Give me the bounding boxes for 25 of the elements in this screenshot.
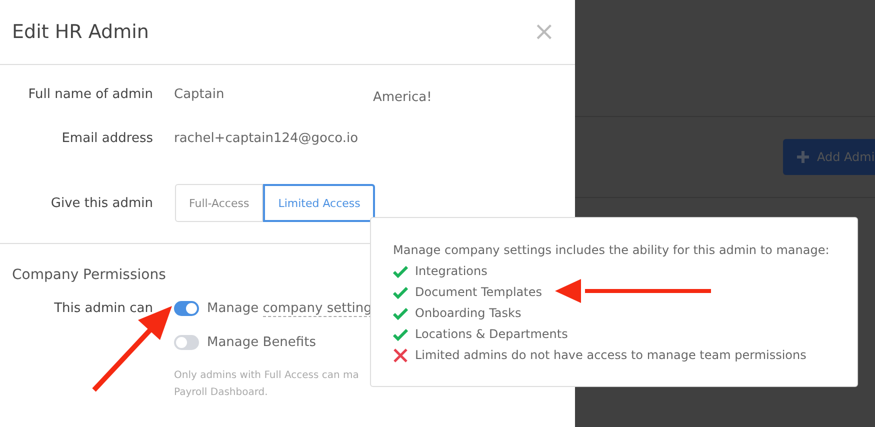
modal-title: Edit HR Admin (12, 21, 149, 43)
field-label: Give this admin (50, 196, 153, 210)
help-text: Payroll Dashboard. (174, 386, 269, 400)
toggle-label: Manage Benefits (207, 334, 316, 350)
section-heading: Company Permissions (12, 267, 166, 283)
plus-icon (797, 151, 809, 163)
tooltip-item: Limited admins do not have access to manage team permissions (415, 347, 806, 364)
help-text: Only admins with Full Access can ma (174, 369, 360, 383)
tooltip-item: Locations & Departments (415, 326, 568, 343)
close-button[interactable]: × (533, 17, 555, 47)
field-label: This admin can (53, 300, 153, 316)
tooltip-item: Onboarding Tasks (415, 305, 522, 322)
field-value: rachel+captain124@goco.io (174, 131, 360, 146)
access-option[interactable]: Limited Access (263, 184, 376, 222)
tooltip-item: Integrations (415, 263, 488, 280)
field-value: Captain (174, 87, 226, 102)
field-value: America! (373, 90, 432, 105)
toggle-switch[interactable] (174, 300, 199, 316)
field-label: Email address (60, 131, 153, 146)
tooltip-item: Document Templates (415, 284, 542, 301)
toggle-switch[interactable] (174, 334, 199, 350)
access-option[interactable]: Full-Access (175, 184, 264, 222)
tooltip-text: Manage company settings includes the ability for this admin to manage: (393, 242, 830, 259)
add-admin-button[interactable]: Add Admi (783, 139, 875, 175)
field-label: Full name of admin (27, 87, 153, 102)
